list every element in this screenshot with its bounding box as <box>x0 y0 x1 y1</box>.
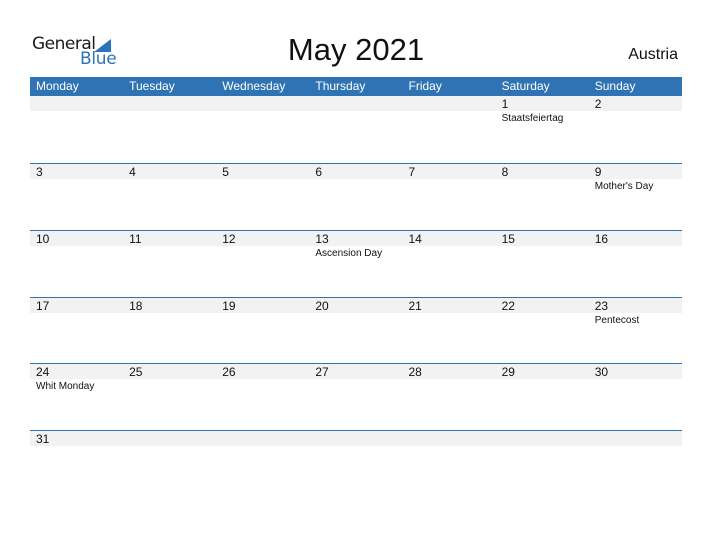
day-cell: 26 <box>216 364 309 424</box>
day-number: 16 <box>594 232 609 246</box>
week-row: 1 Staatsfeiertag 2 <box>30 96 682 162</box>
day-cell <box>216 96 309 156</box>
day-cell <box>403 96 496 156</box>
day-cell: 5 <box>216 164 309 224</box>
day-number: 26 <box>222 365 236 379</box>
day-number: 31 <box>36 432 50 446</box>
day-number: 20 <box>315 299 329 313</box>
day-cell: 11 <box>123 231 216 291</box>
day-cell <box>30 96 123 156</box>
day-cell: 8 <box>496 164 589 224</box>
day-number: 27 <box>315 365 329 379</box>
day-cell: 10 <box>30 231 123 291</box>
day-cell: 4 <box>123 164 216 224</box>
day-cell: 2 <box>589 96 682 156</box>
day-number: 8 <box>501 165 509 179</box>
day-number: 25 <box>129 365 143 379</box>
weekday-sunday: Sunday <box>594 79 636 93</box>
holiday-label: Staatsfeiertag <box>501 113 564 124</box>
day-number: 1 <box>501 97 509 111</box>
day-cell: 31 <box>30 431 123 491</box>
day-number: 3 <box>36 165 43 179</box>
weekday-thursday: Thursday <box>315 79 366 93</box>
day-cell: 1 Staatsfeiertag <box>496 96 589 156</box>
day-number: 29 <box>501 365 515 379</box>
day-cell: 22 <box>496 298 589 358</box>
day-cell: 7 <box>403 164 496 224</box>
day-cell: 13 Ascension Day <box>309 231 402 291</box>
day-cell <box>496 431 589 491</box>
holiday-label: Ascension Day <box>315 248 383 259</box>
day-cell <box>216 431 309 491</box>
day-cell: 24 Whit Monday <box>30 364 123 424</box>
day-number: 24 <box>36 365 50 379</box>
weekday-wednesday: Wednesday <box>222 79 286 93</box>
day-cell: 28 <box>403 364 496 424</box>
day-number: 28 <box>408 365 422 379</box>
day-cell: 9 Mother's Day <box>589 164 682 224</box>
page-title: May 2021 <box>287 32 425 67</box>
day-number: 15 <box>501 232 515 246</box>
week-row: 17 18 19 20 21 22 23 Pentecost <box>30 297 682 363</box>
weekday-monday: Monday <box>36 79 79 93</box>
day-number: 2 <box>594 97 602 111</box>
day-cell: 25 <box>123 364 216 424</box>
day-cell: 27 <box>309 364 402 424</box>
week-row: 24 Whit Monday 25 26 27 28 29 30 <box>30 363 682 429</box>
day-number: 13 <box>315 232 329 246</box>
day-cell: 6 <box>309 164 402 224</box>
country-label: Austria <box>628 46 678 63</box>
day-number: 7 <box>408 165 416 179</box>
day-number: 6 <box>315 165 323 179</box>
holiday-label: Pentecost <box>594 315 640 326</box>
day-cell: 17 <box>30 298 123 358</box>
day-number: 9 <box>594 165 602 179</box>
day-number: 23 <box>594 299 609 313</box>
day-cell: 12 <box>216 231 309 291</box>
day-number: 22 <box>501 299 515 313</box>
day-number: 14 <box>408 232 422 246</box>
week-row: 3 4 5 6 7 8 9 Mother's Day <box>30 163 682 229</box>
day-cell <box>123 431 216 491</box>
day-number: 21 <box>408 299 422 313</box>
day-cell <box>403 431 496 491</box>
day-cell: 3 <box>30 164 123 224</box>
week-row: 31 <box>30 430 682 496</box>
day-cell <box>123 96 216 156</box>
day-cell: 21 <box>403 298 496 358</box>
day-cell: 29 <box>496 364 589 424</box>
day-cell: 14 <box>403 231 496 291</box>
day-number: 17 <box>36 299 50 313</box>
day-number: 18 <box>129 299 143 313</box>
weekday-saturday: Saturday <box>501 79 550 93</box>
day-cell: 20 <box>309 298 402 358</box>
day-cell: 18 <box>123 298 216 358</box>
day-cell: 30 <box>589 364 682 424</box>
day-cell: 15 <box>496 231 589 291</box>
day-cell: 23 Pentecost <box>589 298 682 358</box>
day-number: 5 <box>222 165 229 179</box>
day-cell <box>309 431 402 491</box>
day-number: 10 <box>36 232 50 246</box>
day-number: 19 <box>222 299 236 313</box>
day-cell <box>309 96 402 156</box>
week-row: 10 11 12 13 Ascension Day 14 15 16 <box>30 230 682 296</box>
day-number: 30 <box>594 365 609 379</box>
weekday-friday: Friday <box>408 79 442 93</box>
holiday-label: Whit Monday <box>36 381 95 392</box>
holiday-label: Mother's Day <box>594 181 654 192</box>
day-number: 11 <box>129 232 142 246</box>
weekday-tuesday: Tuesday <box>129 79 175 93</box>
day-cell: 19 <box>216 298 309 358</box>
day-number: 12 <box>222 232 236 246</box>
day-number: 4 <box>129 165 136 179</box>
weekday-header: Monday Tuesday Wednesday Thursday Friday… <box>30 77 682 96</box>
day-cell: 16 <box>589 231 682 291</box>
day-cell <box>589 431 682 491</box>
